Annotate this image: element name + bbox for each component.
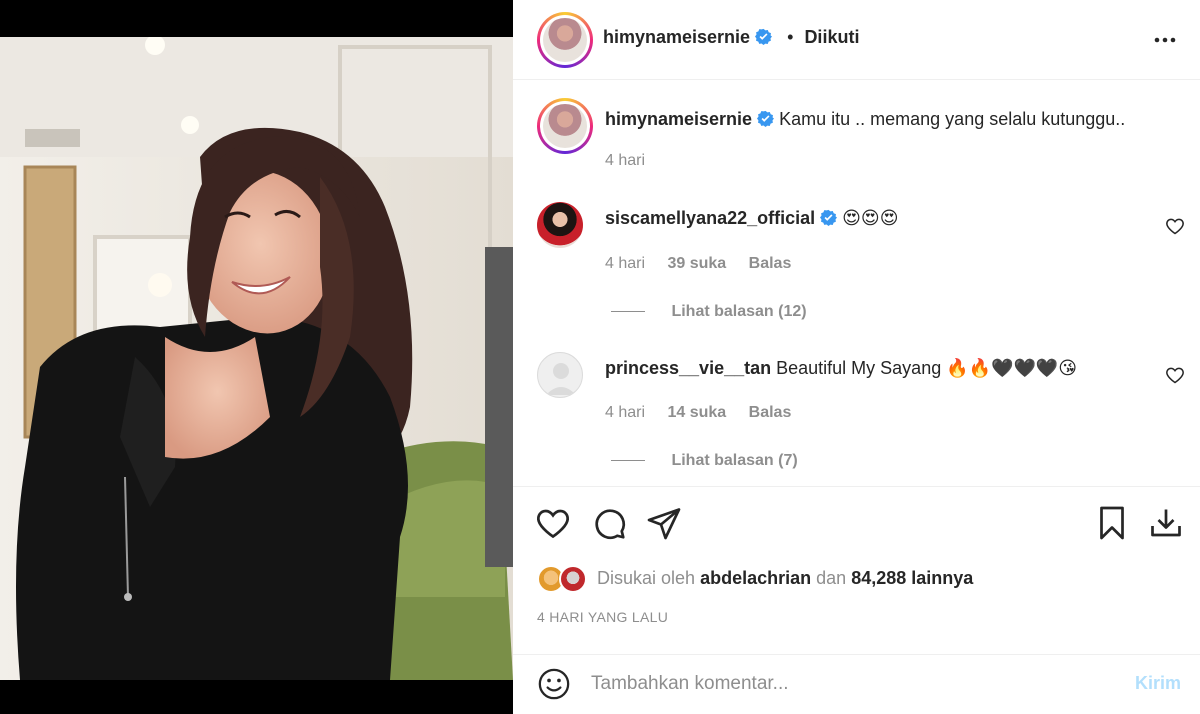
comment-icon[interactable] <box>591 505 627 541</box>
follow-status-button[interactable]: Diikuti <box>804 27 859 47</box>
post-media <box>0 0 513 714</box>
comment-username[interactable]: princess__vie__tan <box>605 358 771 378</box>
bookmark-icon[interactable] <box>1094 505 1130 541</box>
share-icon[interactable] <box>646 505 682 541</box>
post-comment-button[interactable]: Kirim <box>1135 673 1181 694</box>
caption-text-line: himynameisernie Kamu itu .. memang yang … <box>605 107 1125 131</box>
comment-reply-button[interactable]: Balas <box>749 404 792 421</box>
verified-icon <box>755 28 773 45</box>
caption-body: Kamu itu .. memang yang selalu kutunggu.… <box>779 109 1126 129</box>
comment-likes[interactable]: 39 suka <box>667 255 726 272</box>
caption-time[interactable]: 4 hari <box>605 152 645 169</box>
post-date[interactable]: 4 HARI YANG LALU <box>537 609 668 625</box>
comments-list: himynameisernie Kamu itu .. memang yang … <box>513 80 1200 486</box>
comment-input[interactable] <box>591 669 1111 699</box>
replies-divider <box>611 311 645 313</box>
comment-time[interactable]: 4 hari <box>605 404 645 421</box>
comment-meta: 4 hari 39 suka Balas <box>605 255 809 273</box>
like-heart-icon[interactable] <box>535 505 571 541</box>
comment-like-heart-icon[interactable] <box>1165 365 1185 385</box>
comment-body: 😍😍😍 <box>842 208 899 228</box>
comment-text-line: siscamellyana22_official 😍😍😍 <box>605 206 898 230</box>
header-user-line: himynameisernie • Diikuti <box>603 27 859 48</box>
caption-meta: 4 hari <box>605 152 663 170</box>
comment-reply-button[interactable]: Balas <box>749 255 792 272</box>
liker-username[interactable]: abdelachrian <box>700 568 811 588</box>
comment-username[interactable]: siscamellyana22_official <box>605 208 815 228</box>
liker-avatar[interactable] <box>559 565 587 593</box>
view-replies-button[interactable]: Lihat balasan (12) <box>611 303 807 321</box>
view-replies-button[interactable]: Lihat balasan (7) <box>611 452 798 470</box>
more-options-icon[interactable] <box>1153 28 1177 52</box>
default-avatar-icon <box>546 363 576 395</box>
author-username[interactable]: himynameisernie <box>603 27 750 47</box>
emoji-icon[interactable] <box>537 667 571 701</box>
post-details-panel: himynameisernie • Diikuti himynameiserni… <box>513 0 1200 714</box>
likes-middle: dan <box>816 568 847 588</box>
comment-body: Beautiful My Sayang 🔥🔥🖤🖤🖤😘 <box>776 358 1078 378</box>
replies-divider <box>611 460 645 462</box>
post-photo[interactable] <box>0 37 513 680</box>
likes-count[interactable]: 84,288 lainnya <box>851 568 973 588</box>
header-separator: • <box>787 27 794 47</box>
post-actions: Disukai oleh abdelachrian dan 84,288 lai… <box>513 486 1200 636</box>
view-replies-label: Lihat balasan (12) <box>671 303 807 320</box>
view-replies-label: Lihat balasan (7) <box>671 452 798 469</box>
caption-avatar[interactable] <box>537 98 593 154</box>
commenter-avatar[interactable] <box>537 202 583 248</box>
download-icon[interactable] <box>1148 505 1184 541</box>
likes-prefix: Disukai oleh <box>597 568 696 588</box>
comment-likes[interactable]: 14 suka <box>667 404 726 421</box>
comment-like-heart-icon[interactable] <box>1165 216 1185 236</box>
caption-username[interactable]: himynameisernie <box>605 109 752 129</box>
post-header: himynameisernie • Diikuti <box>513 0 1200 80</box>
comment-text-line: princess__vie__tan Beautiful My Sayang 🔥… <box>605 356 1077 380</box>
verified-icon <box>757 110 775 127</box>
comment-composer: Kirim <box>513 654 1200 714</box>
verified-icon <box>820 209 838 226</box>
author-avatar[interactable] <box>537 12 593 68</box>
commenter-avatar[interactable] <box>537 352 583 398</box>
comment-meta: 4 hari 14 suka Balas <box>605 404 809 422</box>
likes-summary: Disukai oleh abdelachrian dan 84,288 lai… <box>597 568 973 589</box>
comment-time[interactable]: 4 hari <box>605 255 645 272</box>
